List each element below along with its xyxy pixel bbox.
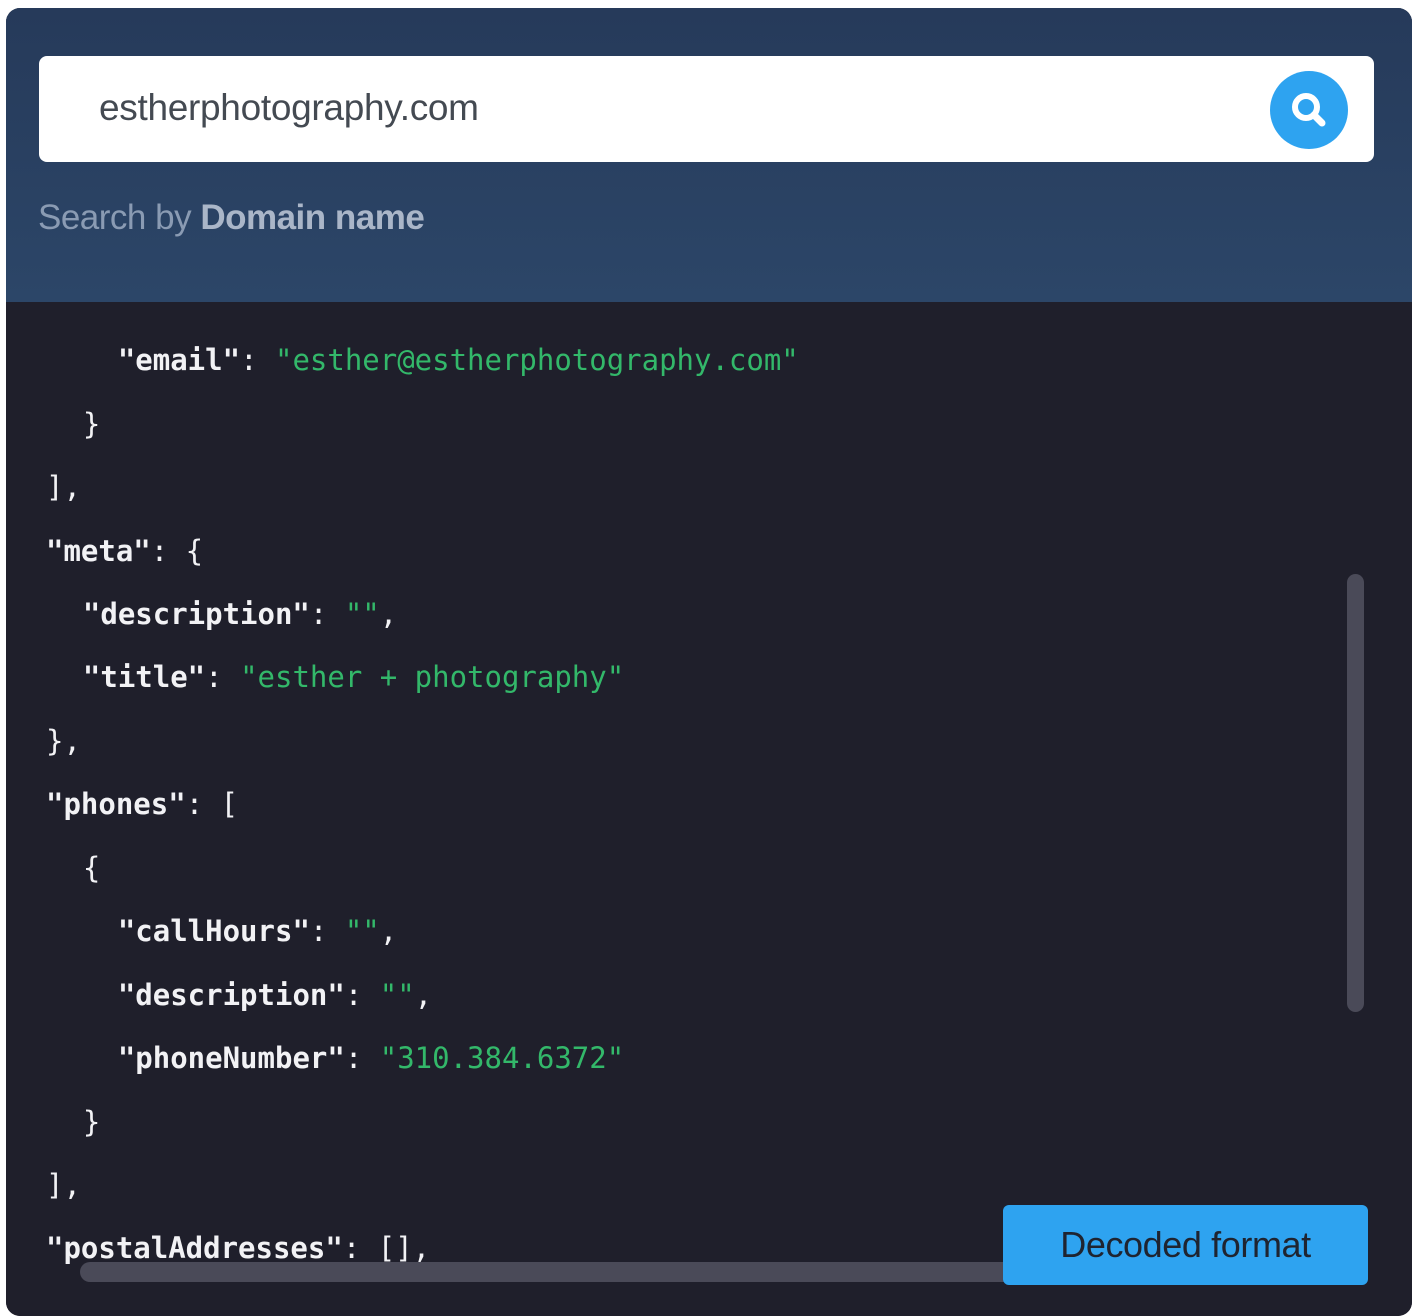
code-line: "title": "esther + photography" xyxy=(48,660,624,724)
json-punctuation: : xyxy=(205,660,241,694)
json-key: "callHours" xyxy=(117,914,310,948)
json-key: "meta" xyxy=(46,534,151,568)
json-key: "description" xyxy=(82,597,310,631)
json-punctuation xyxy=(48,914,118,948)
json-punctuation xyxy=(48,343,118,377)
json-punctuation: } xyxy=(48,407,101,441)
code-line: "callHours": "", xyxy=(48,914,397,978)
vertical-scrollbar[interactable] xyxy=(1347,574,1364,1012)
json-punctuation: : [], xyxy=(342,1231,431,1265)
whois-panel: estherphotography.com Search by Domain n… xyxy=(6,8,1412,1316)
code-line: "description": "", xyxy=(48,597,397,661)
search-input[interactable]: estherphotography.com xyxy=(39,56,1374,162)
json-punctuation: }, xyxy=(46,724,81,758)
json-key: "email" xyxy=(117,343,241,377)
json-key: "description" xyxy=(117,978,345,1012)
search-button[interactable] xyxy=(1270,71,1348,149)
json-punctuation: } xyxy=(48,1105,101,1139)
code-line: ], xyxy=(46,470,81,534)
json-punctuation xyxy=(48,660,83,694)
search-mode-label[interactable]: Domain name xyxy=(200,198,425,237)
json-punctuation: : xyxy=(344,1041,380,1075)
json-key: "title" xyxy=(82,660,206,694)
json-string-value: "" xyxy=(344,914,380,948)
code-line: }, xyxy=(46,724,81,788)
horizontal-scrollbar[interactable] xyxy=(80,1262,1080,1282)
search-hint-prefix: Search by xyxy=(38,198,201,237)
json-key: "phoneNumber" xyxy=(117,1041,345,1075)
json-key: "postalAddresses" xyxy=(46,1231,343,1265)
json-punctuation: ], xyxy=(46,470,81,504)
code-line: "phoneNumber": "310.384.6372" xyxy=(48,1041,624,1105)
json-string-value: "" xyxy=(379,978,415,1012)
json-punctuation: ], xyxy=(46,1168,81,1202)
json-key: "phones" xyxy=(46,787,186,821)
json-punctuation xyxy=(48,978,118,1012)
json-punctuation: : xyxy=(309,597,345,631)
search-header: estherphotography.com Search by Domain n… xyxy=(6,8,1412,302)
json-punctuation: : xyxy=(240,343,275,377)
json-punctuation: , xyxy=(379,914,398,948)
json-punctuation: : [ xyxy=(185,787,239,821)
code-line: } xyxy=(48,407,100,471)
json-punctuation: { xyxy=(48,851,101,885)
code-line: "phones": [ xyxy=(46,787,238,851)
json-punctuation xyxy=(48,597,83,631)
decoded-format-button[interactable]: Decoded format xyxy=(1003,1205,1368,1285)
json-string-value: "esther + photography" xyxy=(240,660,625,694)
json-punctuation: : { xyxy=(150,534,204,568)
code-line: "meta": { xyxy=(46,534,203,598)
json-punctuation: : xyxy=(309,914,345,948)
code-line: "description": "", xyxy=(48,978,432,1042)
code-line: } xyxy=(48,1105,100,1169)
json-punctuation xyxy=(48,1041,118,1075)
code-line: "email": "esther@estherphotography.com" xyxy=(48,343,799,407)
json-string-value: "" xyxy=(344,597,380,631)
code-line: { xyxy=(48,851,100,915)
search-input-value: estherphotography.com xyxy=(99,87,479,128)
json-string-value: "esther@estherphotography.com" xyxy=(274,343,799,377)
json-punctuation: : xyxy=(344,978,380,1012)
json-punctuation: , xyxy=(379,597,398,631)
json-punctuation: , xyxy=(414,978,433,1012)
search-mode-hint: Search by Domain name xyxy=(38,198,425,238)
search-icon xyxy=(1292,93,1326,127)
json-code-view[interactable]: "email": "esther@estherphotography.com" … xyxy=(6,302,1412,1316)
json-string-value: "310.384.6372" xyxy=(379,1041,625,1075)
code-line: ], xyxy=(46,1168,81,1232)
